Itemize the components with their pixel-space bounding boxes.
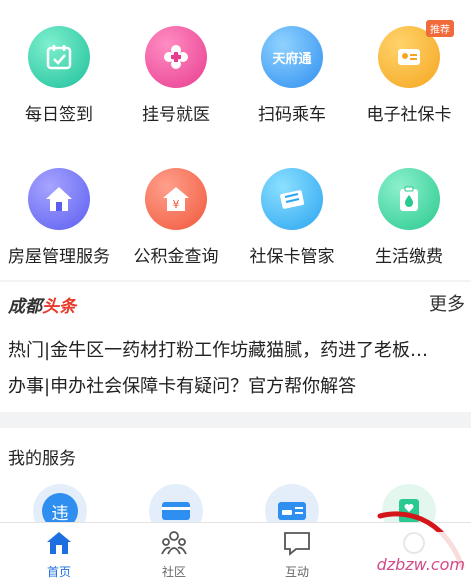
house-icon <box>28 168 90 230</box>
news-item[interactable]: 办事|申办社会保障卡有疑问？官方帮你解答 <box>8 372 468 398</box>
housing-fund-query-tile[interactable]: ¥ 公积金查询 <box>117 168 235 267</box>
chengdu-headlines: 成都头条 更多 热门|金牛区一药材打粉工作坊藏猫腻，药进了老板… 办事|申办社会… <box>0 282 471 412</box>
medical-flower-icon <box>145 26 207 88</box>
home-icon <box>0 527 118 559</box>
tab-home[interactable]: 首页 <box>0 527 118 578</box>
scan-ride-tile[interactable]: 天府通 扫码乘车 <box>233 26 351 125</box>
id-card-icon: 推荐 <box>378 20 454 88</box>
social-card-manager-tile[interactable]: 社保卡管家 <box>233 168 351 267</box>
tab-label: 首页 <box>46 565 71 578</box>
yuan-house-icon: ¥ <box>145 168 207 230</box>
watermark: dzbzw.com <box>353 532 471 578</box>
tile-label: 每日签到 <box>25 105 93 125</box>
tab-label: 社区 <box>161 565 186 578</box>
tile-label: 电子社保卡 <box>366 105 452 125</box>
calendar-check-icon <box>28 26 90 88</box>
tile-label: 挂号就医 <box>142 105 210 125</box>
community-icon <box>115 527 233 559</box>
chengdu-headlines-logo: 成都头条 <box>8 297 76 317</box>
clipboard-drop-icon <box>378 168 440 230</box>
chat-icon <box>238 527 356 559</box>
tile-label: 生活缴费 <box>375 247 443 267</box>
tile-label: 社保卡管家 <box>249 247 335 267</box>
section-title: 我的服务 <box>8 449 76 469</box>
svg-text:¥: ¥ <box>173 198 180 211</box>
tab-interaction[interactable]: 互动 <box>238 527 356 578</box>
housing-management-tile[interactable]: 房屋管理服务 <box>0 168 118 267</box>
life-payment-tile[interactable]: 生活缴费 <box>350 168 468 267</box>
daily-checkin-tile[interactable]: 每日签到 <box>0 26 118 125</box>
card-icon <box>261 168 323 230</box>
tianfutong-card-icon: 天府通 <box>261 26 323 88</box>
tile-label: 房屋管理服务 <box>8 247 110 267</box>
tile-label: 扫码乘车 <box>258 105 326 125</box>
tab-community[interactable]: 社区 <box>115 527 233 578</box>
tile-label: 公积金查询 <box>133 247 219 267</box>
recommend-badge: 推荐 <box>426 20 454 37</box>
hospital-registration-tile[interactable]: 挂号就医 <box>117 26 235 125</box>
service-grid: 每日签到 挂号就医 天府通 扫码乘车 推荐 电子社保卡 房屋管理服务 ¥ 公积金… <box>0 0 471 280</box>
news-item[interactable]: 热门|金牛区一药材打粉工作坊藏猫腻，药进了老板… <box>8 336 468 362</box>
tab-label: 互动 <box>284 565 309 578</box>
news-more-link[interactable]: 更多 <box>429 290 465 316</box>
e-social-security-card-tile[interactable]: 推荐 电子社保卡 <box>350 20 468 125</box>
